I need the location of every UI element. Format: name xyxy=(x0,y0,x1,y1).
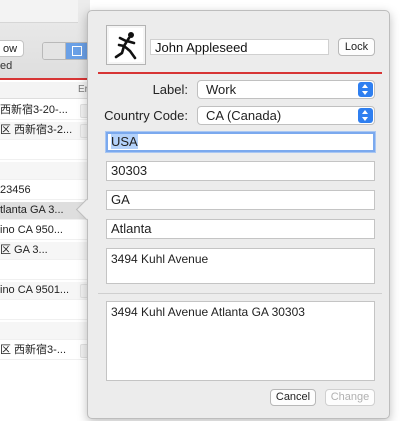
country-field-value: USA xyxy=(111,134,138,149)
cancel-button[interactable]: Cancel xyxy=(270,389,316,406)
formatted-address-field[interactable]: 3494 Kuhl Avenue Atlanta GA 30303 xyxy=(106,301,375,381)
table-row[interactable]: 区 西新宿3-... xyxy=(0,342,88,360)
state-field[interactable]: GA xyxy=(106,190,375,210)
label-popup[interactable]: Work xyxy=(197,80,375,99)
table-row[interactable]: ino CA 9501... xyxy=(0,282,88,300)
contact-name-field[interactable]: John Appleseed xyxy=(150,39,329,55)
country-code-popup-value: CA (Canada) xyxy=(206,108,282,123)
country-field[interactable]: USA xyxy=(106,132,375,152)
background-show-button[interactable]: ow xyxy=(0,40,24,57)
country-code-caption: Country Code: xyxy=(104,108,188,123)
background-title-strip xyxy=(0,0,78,23)
table-row[interactable] xyxy=(0,162,88,180)
label-caption: Label: xyxy=(152,82,188,97)
popup-arrows-icon xyxy=(358,82,373,97)
list-view-segment[interactable] xyxy=(43,43,66,59)
country-code-popup[interactable]: CA (Canada) xyxy=(197,106,375,125)
table-row[interactable] xyxy=(0,302,88,320)
table-row[interactable] xyxy=(0,142,88,160)
contact-avatar[interactable] xyxy=(106,25,146,65)
table-row[interactable]: 23456 xyxy=(0,182,88,200)
city-field[interactable]: Atlanta xyxy=(106,219,375,239)
section-separator xyxy=(98,293,382,294)
table-row[interactable]: 区 GA 3... xyxy=(0,242,88,260)
table-row-selected[interactable]: tlanta GA 3... xyxy=(0,202,88,220)
background-column-header[interactable]: Er xyxy=(0,82,90,99)
background-red-separator xyxy=(0,78,90,80)
table-row[interactable]: ino CA 950... xyxy=(0,222,88,240)
table-row[interactable] xyxy=(0,262,88,280)
table-row[interactable]: 区 西新宿3-2... xyxy=(0,122,88,140)
table-row[interactable]: 西新宿3-20-... xyxy=(0,102,88,120)
street-field[interactable]: 3494 Kuhl Avenue xyxy=(106,248,375,284)
lock-button[interactable]: Lock xyxy=(338,38,375,56)
popup-arrows-icon xyxy=(358,108,373,123)
zip-field[interactable]: 30303 xyxy=(106,161,375,181)
header-red-separator xyxy=(98,72,382,74)
label-popup-value: Work xyxy=(206,82,237,97)
view-segmented-control[interactable] xyxy=(42,42,92,60)
address-editor-popover: John Appleseed Lock Label: Work Country … xyxy=(87,10,390,419)
background-toolbar: ow ed xyxy=(0,0,92,79)
change-button[interactable]: Change xyxy=(325,389,375,406)
background-toolbar-text: ed xyxy=(0,60,13,72)
table-row[interactable] xyxy=(0,322,88,340)
running-figure-icon xyxy=(114,32,137,60)
